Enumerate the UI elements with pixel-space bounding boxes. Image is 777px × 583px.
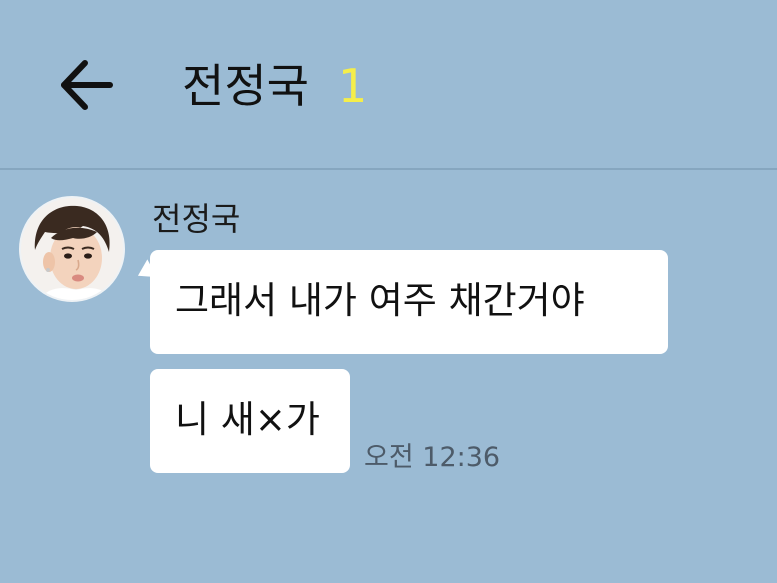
message-text: 니 새×가 <box>175 398 320 441</box>
message-bubble[interactable]: 그래서 내가 여주 채간거야 <box>150 250 668 354</box>
chat-header: 전정국 1 <box>0 0 777 170</box>
member-count-badge: 1 <box>338 59 368 113</box>
message-timestamp: 오전 12:36 <box>364 442 501 473</box>
sender-name: 전정국 <box>152 200 241 238</box>
avatar[interactable] <box>19 196 125 302</box>
message-bubble[interactable]: 니 새×가 <box>150 369 350 473</box>
chat-title: 전정국 <box>182 59 309 113</box>
message-text: 그래서 내가 여주 채간거야 <box>175 279 585 322</box>
arrow-left-icon <box>61 60 113 110</box>
avatar-photo <box>21 198 123 300</box>
back-button[interactable] <box>56 54 118 116</box>
